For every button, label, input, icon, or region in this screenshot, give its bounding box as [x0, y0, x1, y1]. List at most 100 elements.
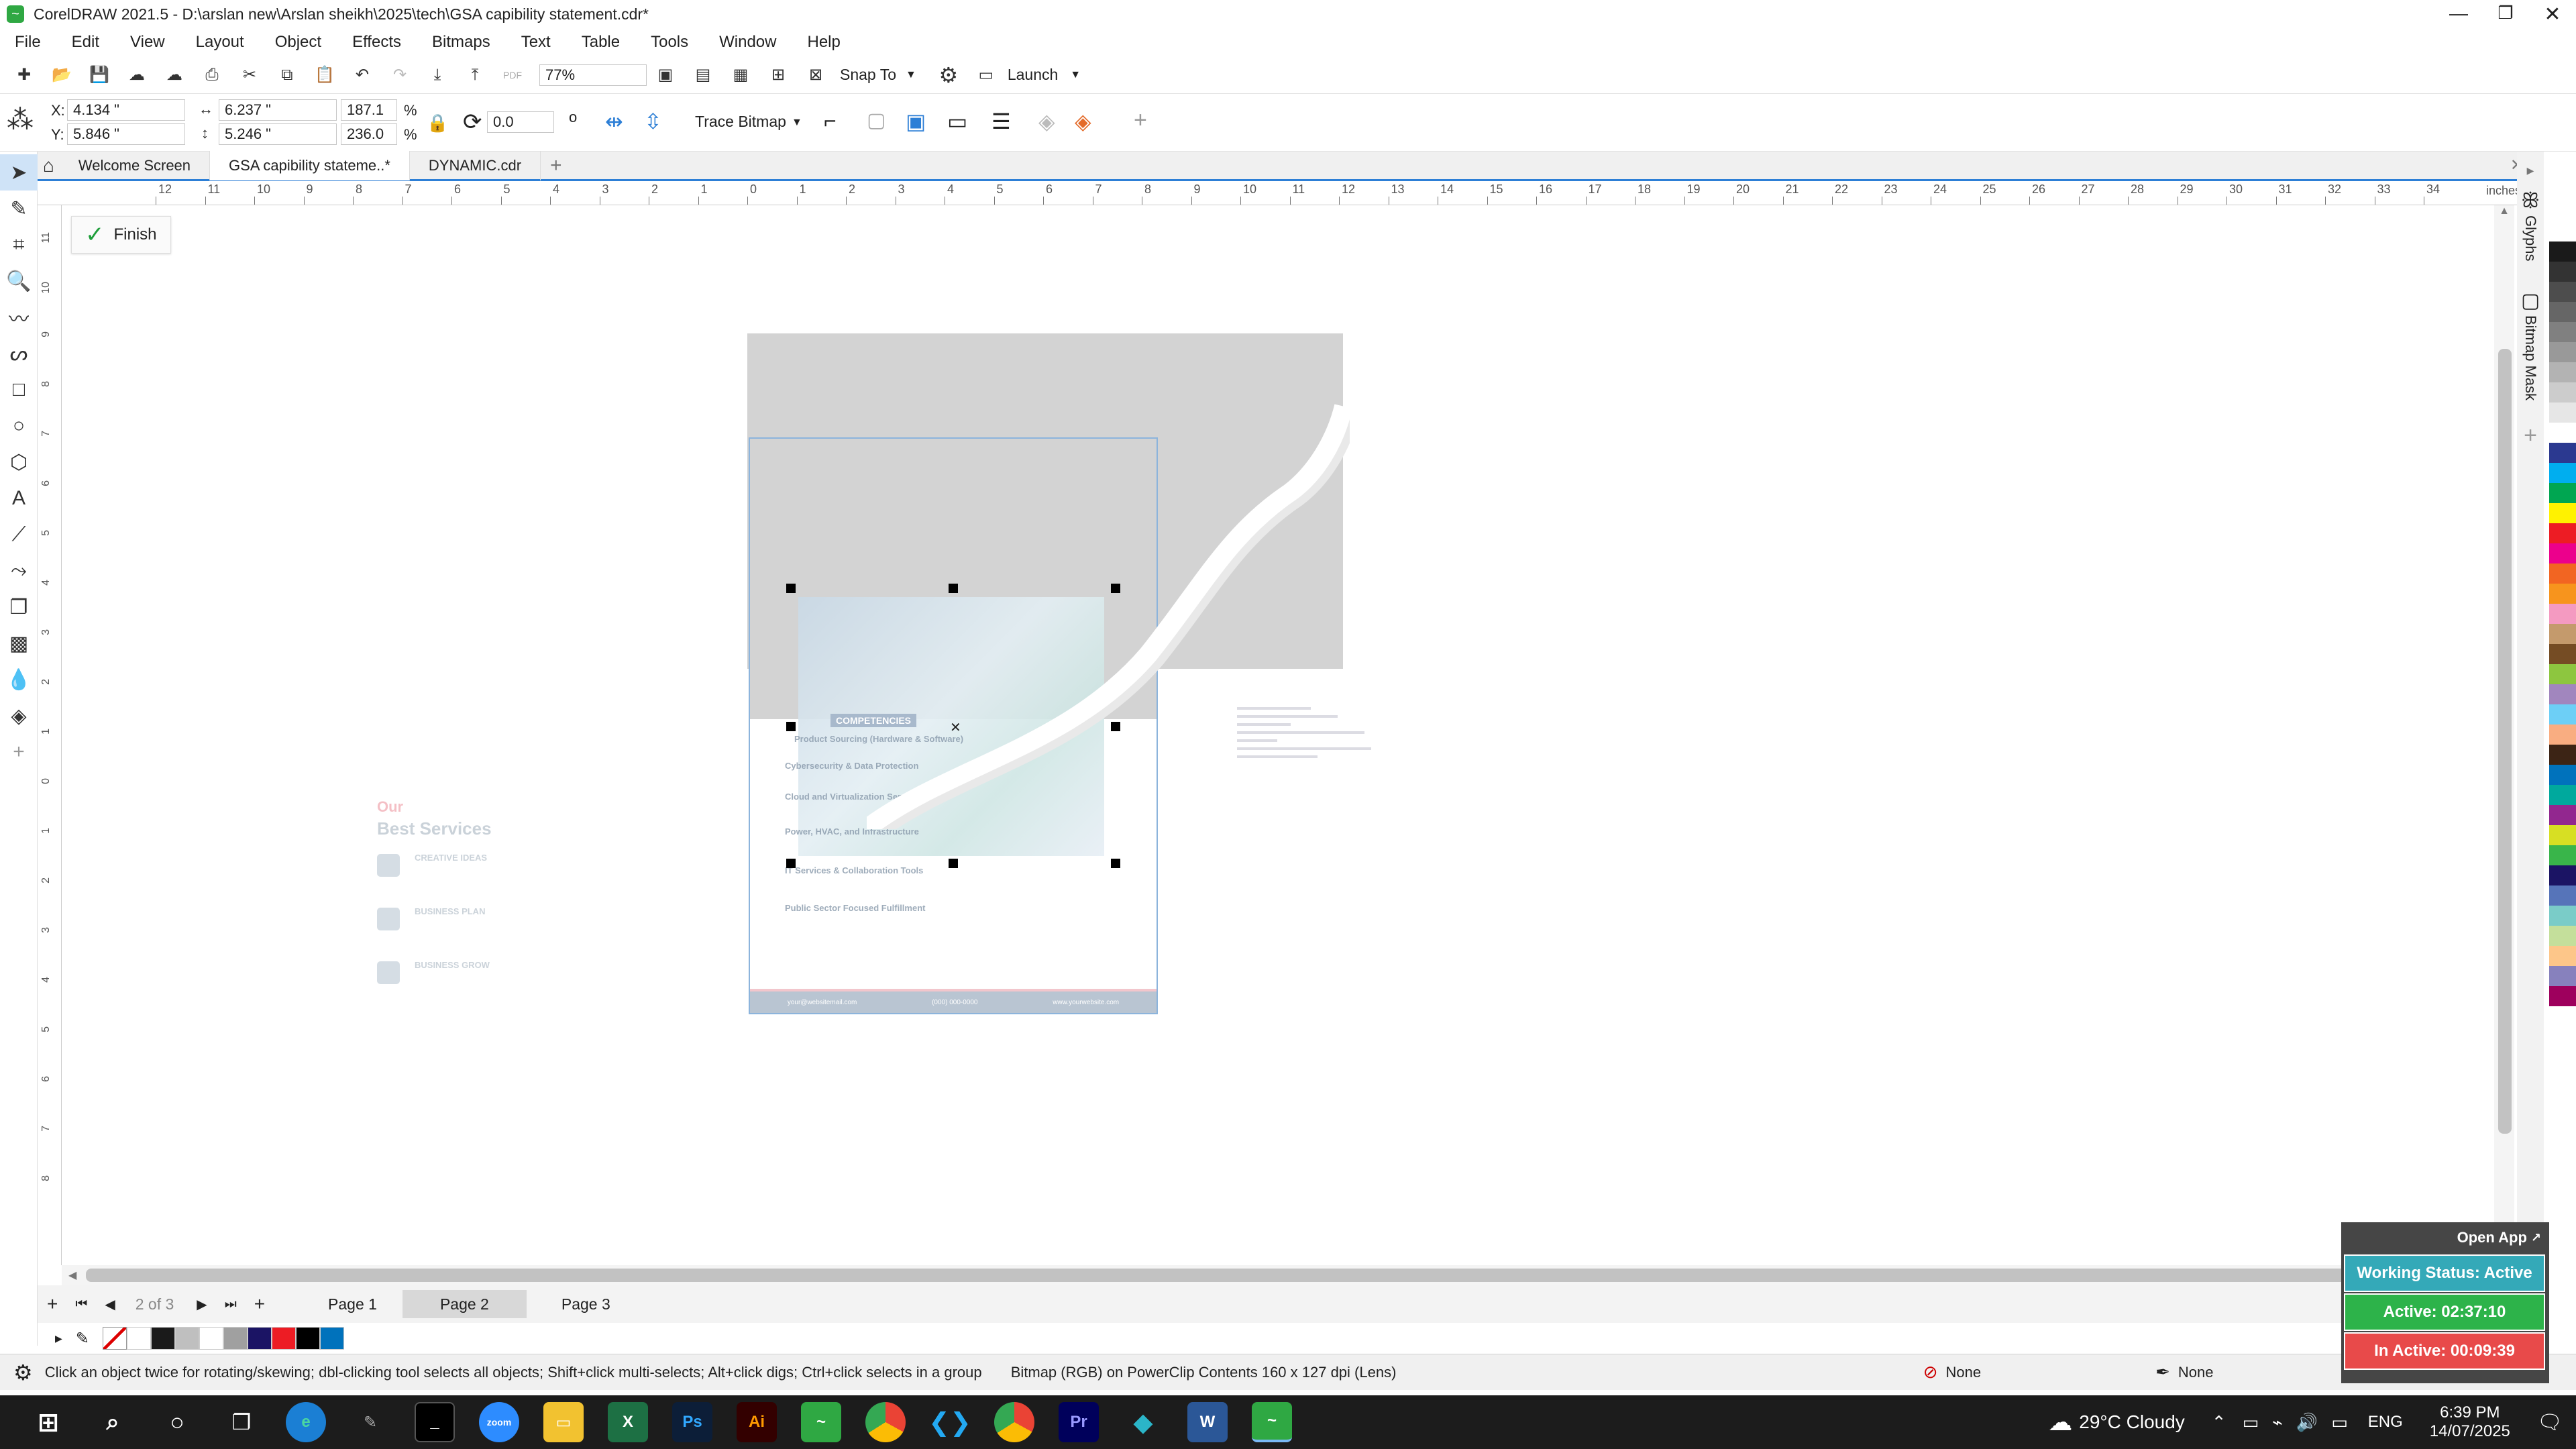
import-icon[interactable]: ⤓: [424, 62, 451, 89]
palette-swatch[interactable]: [2549, 785, 2576, 805]
arrow-right-icon[interactable]: ▶: [55, 1333, 62, 1344]
add-page-after-icon[interactable]: +: [254, 1293, 265, 1315]
chrome-icon[interactable]: [865, 1402, 906, 1442]
trace-bitmap-dropdown[interactable]: Trace Bitmap: [695, 113, 786, 131]
transparency-tool-icon[interactable]: ▩: [0, 625, 38, 661]
glyphs-tab[interactable]: Glyphs: [2522, 215, 2539, 276]
document-swatch[interactable]: [271, 1327, 296, 1350]
tab-welcome-screen[interactable]: Welcome Screen: [60, 150, 211, 180]
palette-swatch[interactable]: [2549, 926, 2576, 946]
open-app-button[interactable]: Open App ↗: [2341, 1222, 2549, 1246]
add-docker-icon[interactable]: +: [2517, 423, 2544, 449]
vertical-scrollbar[interactable]: ▲: [2494, 205, 2514, 1265]
interactive-fill-icon[interactable]: ◈: [0, 698, 38, 734]
palette-swatch[interactable]: [2549, 865, 2576, 885]
bitmap-mask-tab[interactable]: Bitmap Mask: [2522, 315, 2539, 409]
volume-icon[interactable]: 🔊: [2296, 1412, 2318, 1433]
last-page-icon[interactable]: ⏭: [225, 1297, 237, 1312]
bitmap-mask-icon[interactable]: ▢: [2517, 289, 2544, 313]
language-indicator[interactable]: ENG: [2368, 1413, 2403, 1432]
pdf-icon[interactable]: PDF: [499, 62, 526, 89]
selection-handle[interactable]: [949, 859, 958, 868]
tray-app-icon[interactable]: ▭: [2243, 1412, 2259, 1433]
object-origin-icon[interactable]: ⁂: [7, 105, 42, 140]
palette-swatch[interactable]: [2549, 684, 2576, 704]
lens-icon[interactable]: ◈: [1038, 109, 1055, 134]
maximize-button[interactable]: ❐: [2482, 3, 2529, 26]
parallel-dimension-icon[interactable]: ⟋: [0, 517, 38, 553]
add-tab-icon[interactable]: +: [550, 154, 562, 177]
x-position-field[interactable]: 4.134 ": [67, 99, 185, 121]
palette-swatch[interactable]: [2549, 241, 2576, 262]
notification-icon[interactable]: 🗨: [2537, 1411, 2563, 1434]
palette-swatch[interactable]: [2549, 624, 2576, 644]
menu-effects[interactable]: Effects: [352, 33, 401, 52]
add-page-icon[interactable]: +: [47, 1293, 58, 1315]
drop-shadow-icon[interactable]: ❐: [0, 589, 38, 625]
palette-swatch[interactable]: [2549, 402, 2576, 423]
height-field[interactable]: 5.246 ": [219, 123, 337, 145]
crop-tool-icon[interactable]: ⌗: [0, 227, 38, 263]
minimize-button[interactable]: —: [2435, 3, 2482, 26]
menu-view[interactable]: View: [130, 33, 165, 52]
photoshop-icon[interactable]: Ps: [672, 1402, 712, 1442]
resample-icon[interactable]: ▣: [906, 109, 926, 134]
scroll-left-icon[interactable]: ◀: [68, 1269, 76, 1282]
palette-swatch[interactable]: [2549, 543, 2576, 564]
selection-handle[interactable]: [786, 722, 796, 731]
menu-text[interactable]: Text: [521, 33, 551, 52]
gear-icon[interactable]: ⚙: [13, 1360, 33, 1385]
menu-help[interactable]: Help: [807, 33, 840, 52]
menu-object[interactable]: Object: [275, 33, 321, 52]
document-swatch[interactable]: [150, 1327, 175, 1350]
first-page-icon[interactable]: ⏮: [75, 1297, 87, 1312]
polygon-tool-icon[interactable]: ⬡: [0, 444, 38, 480]
palette-swatch[interactable]: [2549, 302, 2576, 322]
palette-swatch[interactable]: [2549, 564, 2576, 584]
full-screen-icon[interactable]: ▣: [652, 62, 679, 89]
selection-handle[interactable]: [786, 859, 796, 868]
redo-icon[interactable]: ↷: [386, 62, 413, 89]
palette-swatch[interactable]: [2549, 966, 2576, 986]
print-icon[interactable]: ⎙: [199, 62, 225, 89]
windows-start-icon[interactable]: ⊞: [28, 1402, 68, 1442]
palette-swatch[interactable]: [2549, 503, 2576, 523]
menu-table[interactable]: Table: [582, 33, 620, 52]
launch-icon[interactable]: ▭: [973, 62, 1000, 89]
palette-swatch[interactable]: [2549, 604, 2576, 624]
edit-bitmap-icon[interactable]: ▢: [867, 109, 885, 132]
palette-swatch[interactable]: [2549, 262, 2576, 282]
paste-icon[interactable]: 📋: [311, 62, 338, 89]
connector-tool-icon[interactable]: ⤳: [0, 553, 38, 589]
document-swatch[interactable]: [247, 1327, 272, 1350]
palette-swatch[interactable]: [2549, 362, 2576, 382]
menu-layout[interactable]: Layout: [196, 33, 244, 52]
weather-text[interactable]: 29°C Cloudy: [2079, 1411, 2185, 1433]
text-tool-icon[interactable]: A: [0, 480, 38, 517]
scroll-thumb[interactable]: [86, 1269, 2387, 1282]
zoom-tool-icon[interactable]: 🔍: [0, 263, 38, 299]
terminal-icon[interactable]: _: [415, 1402, 455, 1442]
finish-button[interactable]: ✓ Finish: [71, 216, 171, 254]
cortana-icon[interactable]: ○: [157, 1402, 197, 1442]
search-icon[interactable]: ⌕: [93, 1402, 133, 1442]
arrow-right-icon[interactable]: ▶: [2517, 165, 2544, 176]
lock-ratio-icon[interactable]: 🔒: [427, 113, 448, 133]
shape-tool-icon[interactable]: ✎: [0, 191, 38, 227]
menu-window[interactable]: Window: [719, 33, 776, 52]
zoom-app-icon[interactable]: zoom: [479, 1402, 519, 1442]
eyedropper-tool-icon[interactable]: 💧: [0, 661, 38, 698]
gear-icon[interactable]: ⚙: [935, 62, 962, 89]
document-swatch[interactable]: [319, 1327, 344, 1350]
palette-swatch[interactable]: [2549, 644, 2576, 664]
scroll-up-icon[interactable]: ▲: [2494, 205, 2514, 217]
document-swatch[interactable]: [199, 1327, 223, 1350]
grid-icon[interactable]: ▦: [727, 62, 754, 89]
scroll-thumb[interactable]: [2498, 349, 2512, 1134]
crop-bitmap-icon[interactable]: ⌐: [824, 109, 837, 133]
coreldraw-active-icon[interactable]: ~: [1252, 1402, 1292, 1442]
palette-swatch[interactable]: [2549, 745, 2576, 765]
scale-width-field[interactable]: 187.1: [341, 99, 397, 121]
tray-chevron-icon[interactable]: ⌃: [2212, 1412, 2226, 1433]
vscode-icon[interactable]: ❮❯: [928, 1402, 971, 1442]
